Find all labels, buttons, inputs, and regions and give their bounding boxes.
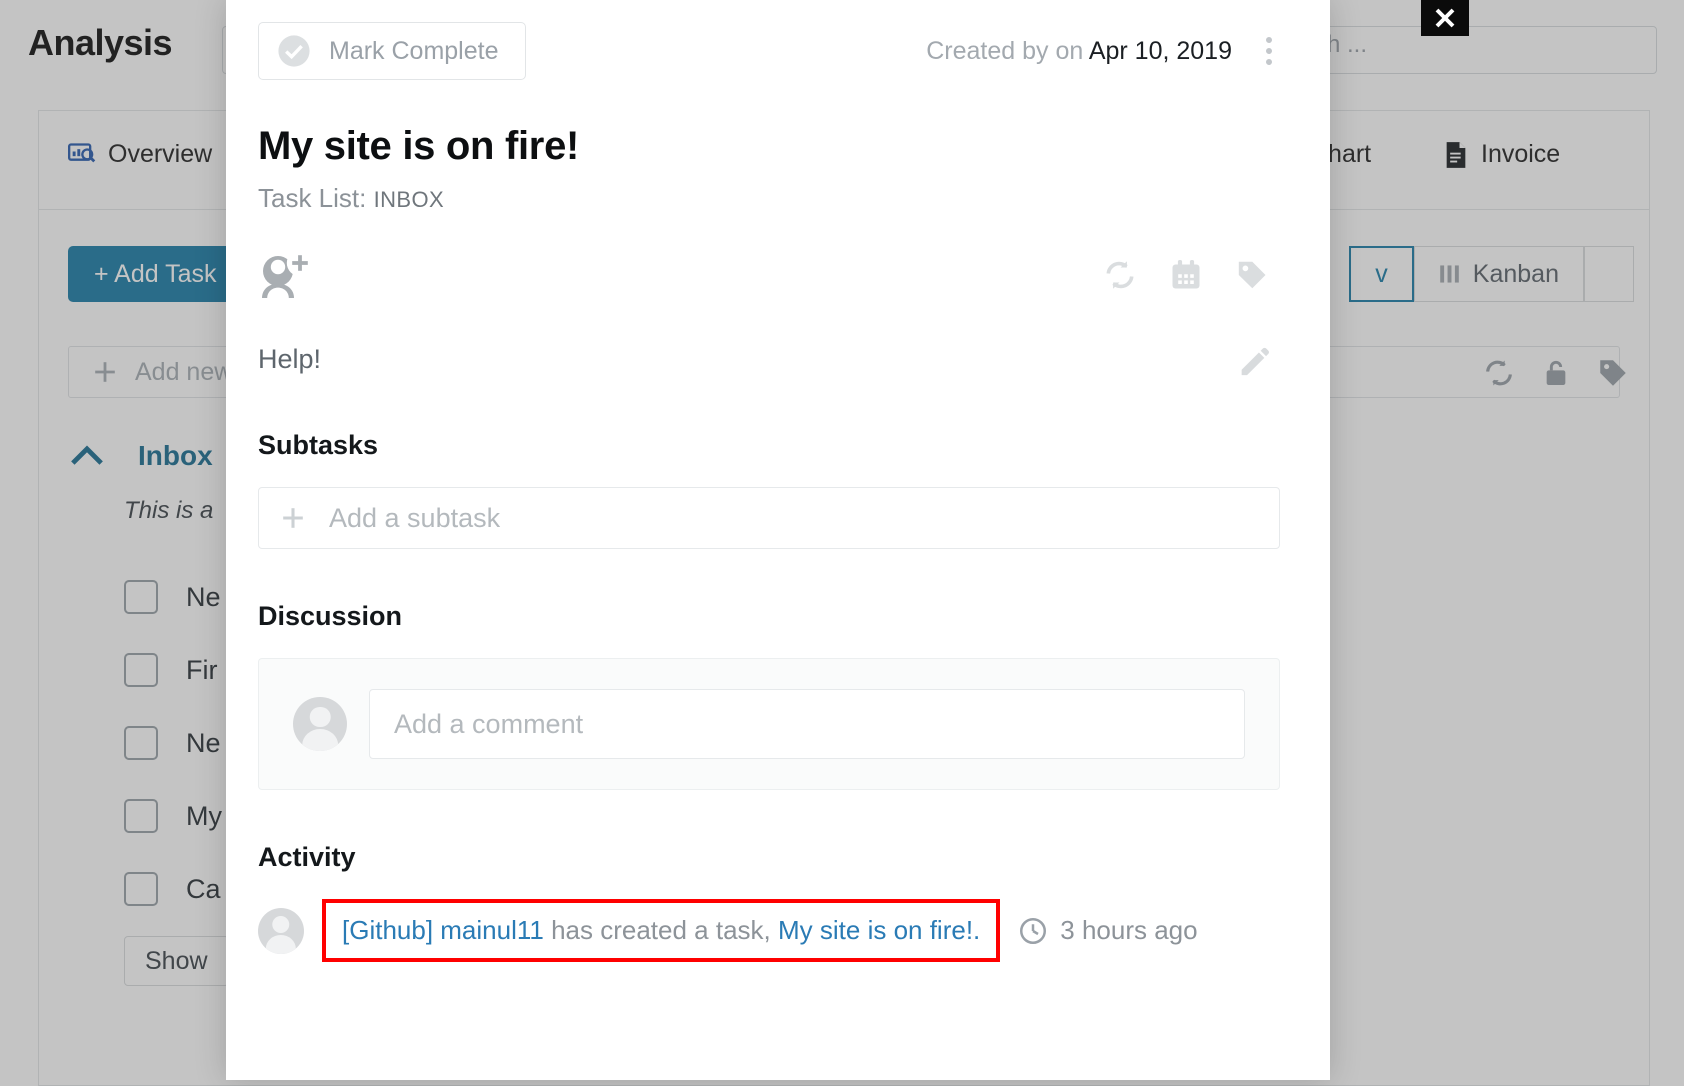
calendar-icon[interactable] xyxy=(1168,257,1204,293)
plus-icon xyxy=(279,504,307,532)
task-list-line: Task List: INBOX xyxy=(258,183,1298,214)
task-list-label: Task List: xyxy=(258,183,367,213)
activity-target-link[interactable]: My site is on fire!. xyxy=(778,915,980,945)
app-root: Analysis rch ... Overview Chart Invoice … xyxy=(0,0,1684,1086)
more-options-icon[interactable] xyxy=(1258,33,1280,69)
mark-complete-button[interactable]: Mark Complete xyxy=(258,22,526,80)
activity-time-text: 3 hours ago xyxy=(1060,915,1198,945)
comment-input[interactable]: Add a comment xyxy=(369,689,1245,759)
task-meta-icons xyxy=(1102,257,1298,293)
add-subtask-placeholder: Add a subtask xyxy=(329,502,501,533)
subtasks-heading: Subtasks xyxy=(258,430,379,460)
edit-pencil-icon[interactable] xyxy=(1236,344,1298,378)
task-detail-modal: Mark Complete Created by on Apr 10, 2019… xyxy=(226,0,1330,1080)
tag-icon[interactable] xyxy=(1234,257,1270,293)
avatar xyxy=(258,907,304,954)
activity-entry: [Github] mainul11 has created a task, My… xyxy=(258,899,1298,962)
refresh-icon[interactable] xyxy=(1102,257,1138,293)
created-prefix: Created by on xyxy=(926,36,1084,65)
clock-icon xyxy=(1018,916,1048,946)
created-date: Apr 10, 2019 xyxy=(1088,36,1232,65)
task-description: Help! xyxy=(258,344,322,374)
modal-body: My site is on fire! Task List: INBOX Hel… xyxy=(226,124,1330,962)
modal-header: Mark Complete Created by on Apr 10, 2019 xyxy=(226,0,1330,102)
description-row: Help! xyxy=(258,344,1298,378)
activity-heading: Activity xyxy=(258,842,356,872)
mark-complete-label: Mark Complete xyxy=(329,36,499,65)
avatar xyxy=(293,697,347,751)
created-meta: Created by on Apr 10, 2019 xyxy=(926,33,1280,69)
activity-text: [Github] mainul11 has created a task, My… xyxy=(342,915,980,946)
task-title: My site is on fire! xyxy=(258,124,580,168)
add-subtask-input[interactable]: Add a subtask xyxy=(258,487,1280,549)
activity-highlight-box: [Github] mainul11 has created a task, My… xyxy=(322,899,1001,962)
activity-action-text: has created a task, xyxy=(543,915,778,945)
task-list-value: INBOX xyxy=(373,187,445,212)
add-assignee-icon[interactable] xyxy=(258,250,314,300)
close-icon[interactable] xyxy=(1421,0,1469,36)
comment-placeholder: Add a comment xyxy=(394,708,584,739)
created-by-text: Created by on Apr 10, 2019 xyxy=(926,37,1232,66)
activity-actor-link[interactable]: [Github] mainul11 xyxy=(342,915,544,945)
task-meta-row xyxy=(258,240,1298,310)
comment-row: Add a comment xyxy=(293,689,1245,759)
check-circle-icon xyxy=(277,34,311,68)
activity-timestamp: 3 hours ago xyxy=(1018,915,1198,946)
discussion-panel: Add a comment xyxy=(258,658,1280,790)
discussion-heading: Discussion xyxy=(258,601,403,631)
